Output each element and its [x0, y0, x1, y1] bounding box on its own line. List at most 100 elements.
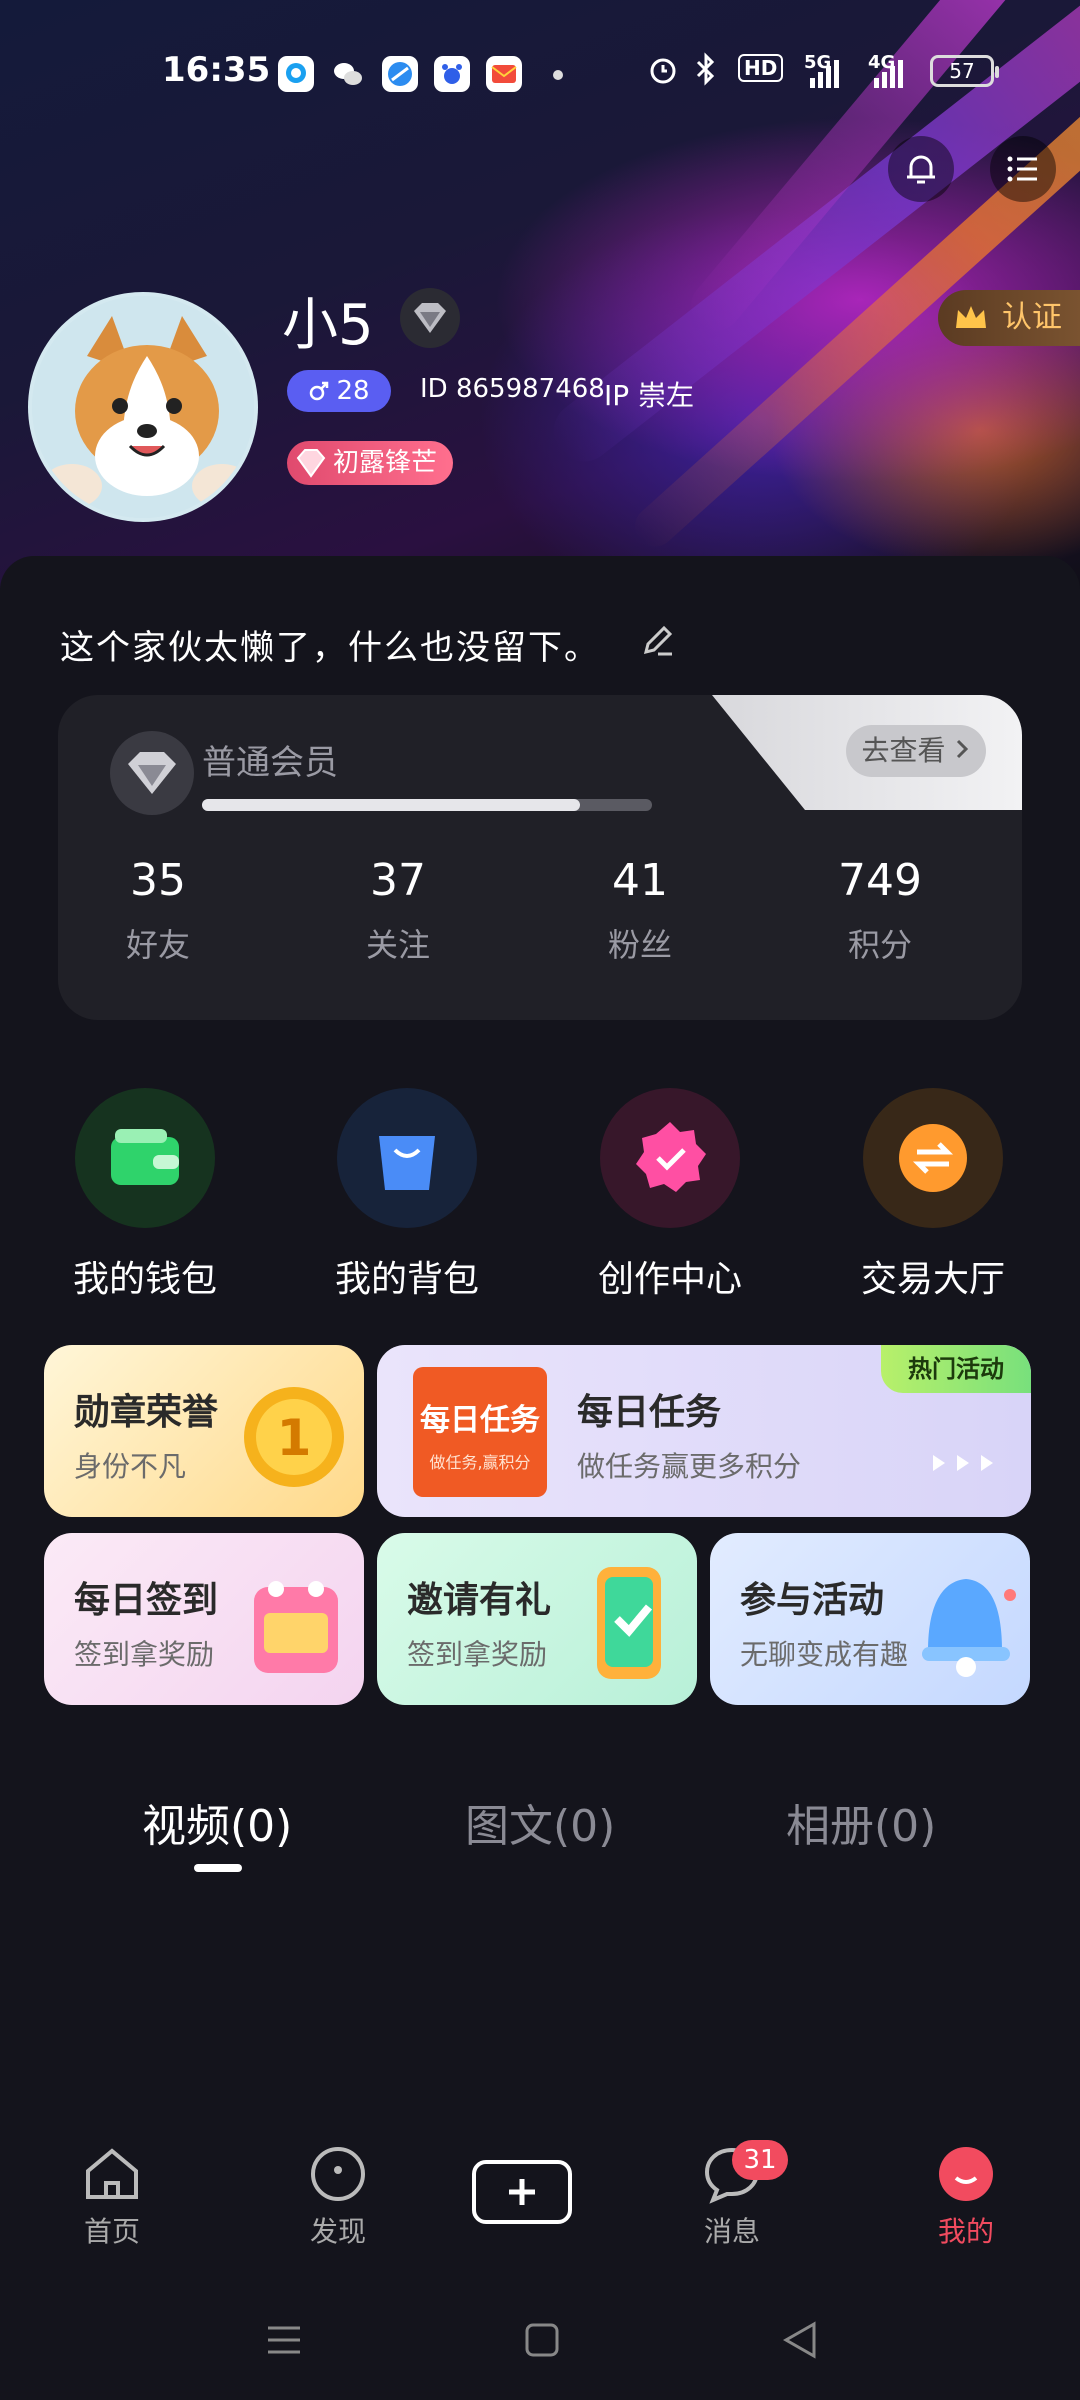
nav-label: 我的 — [937, 2215, 994, 2248]
level-badge[interactable]: 初露锋芒 — [287, 441, 454, 485]
browser-icon — [382, 56, 418, 92]
hd-voice-icon: HD — [738, 54, 784, 82]
promo-subtitle: 签到拿奖励 — [74, 1638, 215, 1671]
stat-number: 37 — [370, 855, 426, 906]
stat-following[interactable]: 37 关注 — [318, 855, 478, 966]
certification-button[interactable]: 认证 — [938, 290, 1080, 346]
creator-badge-icon — [600, 1088, 740, 1228]
svg-text:1: 1 — [277, 1409, 312, 1467]
stat-label: 积分 — [847, 926, 912, 964]
triple-arrow-icon — [933, 1455, 993, 1471]
bag-icon — [337, 1088, 477, 1228]
join-activity-card[interactable]: 参与活动 无聊变成有趣 — [710, 1533, 1030, 1705]
qq-icon — [278, 56, 314, 92]
stat-number: 41 — [612, 855, 668, 906]
menu-button[interactable] — [990, 136, 1056, 202]
member-level-label: 普通会员 — [202, 743, 338, 783]
tab-posts[interactable]: 图文(0) — [465, 1790, 615, 1854]
calendar-icon — [254, 1581, 338, 1673]
medal-honor-card[interactable]: 勋章荣誉 身份不凡 1 — [44, 1345, 364, 1517]
promo-subtitle: 签到拿奖励 — [407, 1638, 548, 1671]
recent-apps-icon[interactable] — [264, 2320, 304, 2360]
promo-title: 参与活动 — [740, 1580, 885, 1621]
bluetooth-icon — [694, 52, 718, 92]
quick-action-label: 我的背包 — [334, 1259, 479, 1300]
back-triangle-icon[interactable] — [780, 2320, 820, 2360]
age-text: 28 — [336, 376, 370, 406]
gold-medal-icon: 1 — [244, 1387, 344, 1487]
nav-home[interactable]: 首页 — [52, 2144, 172, 2250]
stat-label: 好友 — [125, 926, 190, 964]
vip-diamond-icon[interactable] — [400, 288, 460, 348]
quick-action-creator[interactable]: 创作中心 — [570, 1088, 770, 1302]
signal-4g-icon: 4G — [868, 52, 908, 95]
quick-action-wallet[interactable]: 我的钱包 — [45, 1088, 245, 1302]
profile-icon — [939, 2147, 993, 2201]
home-icon — [86, 2148, 138, 2199]
nav-profile[interactable]: 我的 — [906, 2144, 1026, 2250]
home-square-icon[interactable] — [522, 2320, 562, 2360]
daily-task-card[interactable]: 每日任务 做任务,赢积分 每日任务 做任务赢更多积分 热门活动 — [377, 1345, 1031, 1517]
stat-fans[interactable]: 41 粉丝 — [560, 855, 720, 966]
bell-activity-icon — [922, 1579, 1016, 1677]
daily-task-logo-text: 每日任务 — [420, 1403, 540, 1438]
tab-videos[interactable]: 视频(0) — [142, 1790, 292, 1854]
discover-icon — [311, 2147, 365, 2201]
certification-label: 认证 — [1002, 300, 1062, 335]
avatar[interactable] — [28, 292, 258, 522]
stat-number: 35 — [130, 855, 186, 906]
male-icon — [310, 381, 329, 401]
quick-action-bag[interactable]: 我的背包 — [307, 1088, 507, 1302]
view-membership-label: 去查看 — [861, 734, 946, 767]
daily-signin-card[interactable]: 每日签到 签到拿奖励 — [44, 1533, 364, 1705]
promo-subtitle: 无聊变成有趣 — [740, 1638, 909, 1671]
tab-albums[interactable]: 相册(0) — [786, 1790, 936, 1854]
bio-text[interactable]: 这个家伙太懒了，什么也没留下。 — [60, 620, 600, 669]
stat-label: 粉丝 — [607, 926, 672, 964]
message-count-badge: 31 — [732, 2140, 788, 2180]
nav-create[interactable] — [472, 2160, 584, 2224]
stat-friends[interactable]: 35 好友 — [78, 855, 238, 966]
member-progress-fill — [202, 799, 580, 811]
pink-diamond-icon — [296, 449, 326, 478]
promo-title: 每日签到 — [74, 1580, 219, 1621]
pencil-icon — [643, 625, 673, 656]
edit-bio-button[interactable] — [640, 622, 676, 662]
plus-icon — [472, 2160, 572, 2224]
crown-icon — [956, 306, 986, 328]
stat-number: 749 — [838, 855, 922, 906]
notification-bell-button[interactable] — [888, 136, 954, 202]
promo-subtitle: 做任务赢更多积分 — [577, 1450, 802, 1483]
bell-icon — [907, 155, 935, 184]
promo-subtitle: 身份不凡 — [74, 1450, 187, 1483]
membership-card[interactable]: 普通会员 去查看 35 好友 37 关注 41 粉丝 749 积分 — [58, 695, 1022, 1020]
quick-action-exchange[interactable]: 交易大厅 — [833, 1088, 1033, 1302]
system-navigation-bar — [0, 2300, 1080, 2400]
member-diamond-icon — [110, 731, 194, 815]
quick-action-label: 我的钱包 — [72, 1259, 217, 1300]
promo-title: 每日任务 — [577, 1392, 722, 1433]
status-bar: 16:35 HD 5G 4G 57 — [0, 40, 1080, 104]
alarm-icon — [646, 52, 680, 92]
corgi-avatar-image — [32, 296, 254, 518]
signal-5g-icon: 5G — [804, 52, 844, 95]
invite-reward-card[interactable]: 邀请有礼 签到拿奖励 — [377, 1533, 697, 1705]
promo-title: 勋章荣誉 — [74, 1392, 219, 1433]
baidu-icon — [434, 56, 470, 92]
view-membership-button[interactable]: 去查看 — [846, 725, 986, 777]
ip-location: IP 崇左 — [604, 379, 695, 412]
daily-task-logo-sub: 做任务,赢积分 — [429, 1453, 531, 1472]
quick-action-label: 创作中心 — [597, 1259, 742, 1300]
exchange-icon — [863, 1088, 1003, 1228]
wallet-icon — [75, 1088, 215, 1228]
nav-label: 消息 — [703, 2215, 760, 2248]
stat-label: 关注 — [365, 926, 430, 964]
hot-activity-tag: 热门活动 — [881, 1345, 1031, 1393]
user-id[interactable]: ID 865987468 — [420, 374, 605, 404]
daily-task-logo: 每日任务 做任务,赢积分 — [413, 1367, 547, 1497]
stat-points[interactable]: 749 积分 — [800, 855, 960, 966]
list-menu-icon — [1007, 156, 1037, 182]
nav-discover[interactable]: 发现 — [278, 2144, 398, 2250]
phone-invite-icon — [597, 1567, 661, 1679]
notification-dot — [553, 70, 563, 80]
